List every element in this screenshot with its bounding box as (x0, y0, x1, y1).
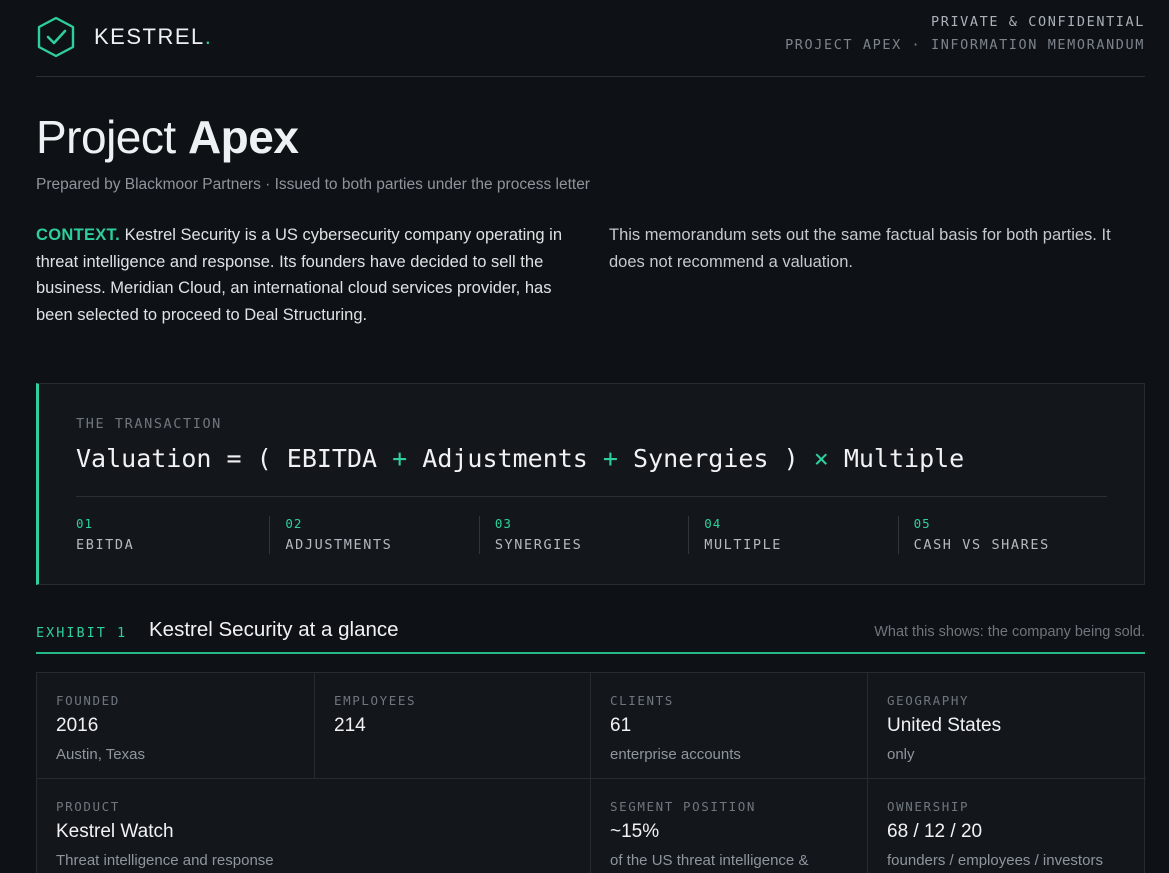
memo-purpose-paragraph: This memorandum sets out the same factua… (609, 226, 1111, 271)
context-paragraph: CONTEXT. Kestrel Security is a US cybers… (36, 222, 576, 328)
fact-founded: FOUNDED 2016 Austin, Texas (37, 673, 315, 779)
exhibit-title: Kestrel Security at a glance (149, 618, 399, 641)
logo: KESTREL. (36, 16, 212, 58)
confidential-label: PRIVATE & CONFIDENTIAL (930, 14, 1145, 30)
confidentiality-block: PRIVATE & CONFIDENTIAL PROJECT APEX · IN… (785, 14, 1145, 53)
step-synergies[interactable]: 03 SYNERGIES (478, 516, 688, 554)
divider (76, 496, 1107, 497)
fact-product: PRODUCT Kestrel Watch Threat intelligenc… (37, 779, 591, 873)
fact-geography: GEOGRAPHY United States only (868, 673, 1146, 779)
facts-grid: FOUNDED 2016 Austin, Texas EMPLOYEES 214… (36, 672, 1146, 873)
fact-clients: CLIENTS 61 enterprise accounts (591, 673, 868, 779)
step-cash-vs-shares[interactable]: 05 CASH VS SHARES (897, 516, 1107, 554)
page-subtitle: Prepared by Blackmoor Partners · Issued … (36, 176, 590, 193)
page-title: Project Apex (36, 111, 299, 163)
memorandum-page: KESTREL. PRIVATE & CONFIDENTIAL PROJECT … (0, 0, 1169, 873)
exhibit-note: What this shows: the company being sold. (874, 624, 1145, 640)
brand-name: KESTREL. (94, 24, 213, 49)
step-ebitda[interactable]: 01 EBITDA (76, 516, 269, 554)
transaction-label: THE TRANSACTION (76, 416, 222, 432)
exhibit-tag: EXHIBIT 1 (36, 625, 128, 641)
document-line: PROJECT APEX · INFORMATION MEMORANDUM (785, 37, 1145, 53)
shield-check-icon (36, 16, 76, 58)
page-header: KESTREL. PRIVATE & CONFIDENTIAL PROJECT … (36, 0, 1145, 77)
step-multiple[interactable]: 04 MULTIPLE (688, 516, 897, 554)
context-label: CONTEXT. (36, 226, 120, 244)
valuation-formula: Valuation = ( EBITDA + Adjustments + Syn… (76, 444, 965, 473)
step-adjustments[interactable]: 02 ADJUSTMENTS (269, 516, 478, 554)
fact-employees: EMPLOYEES 214 (315, 673, 591, 779)
fact-segment-position: SEGMENT POSITION ~15% of the US threat i… (591, 779, 868, 873)
transaction-card: THE TRANSACTION Valuation = ( EBITDA + A… (36, 383, 1145, 585)
exhibit-header: EXHIBIT 1 Kestrel Security at a glance W… (36, 617, 1145, 654)
fact-ownership: OWNERSHIP 68 / 12 / 20 founders / employ… (868, 779, 1146, 873)
transaction-steps: 01 EBITDA 02 ADJUSTMENTS 03 SYNERGIES 04… (76, 516, 1107, 554)
